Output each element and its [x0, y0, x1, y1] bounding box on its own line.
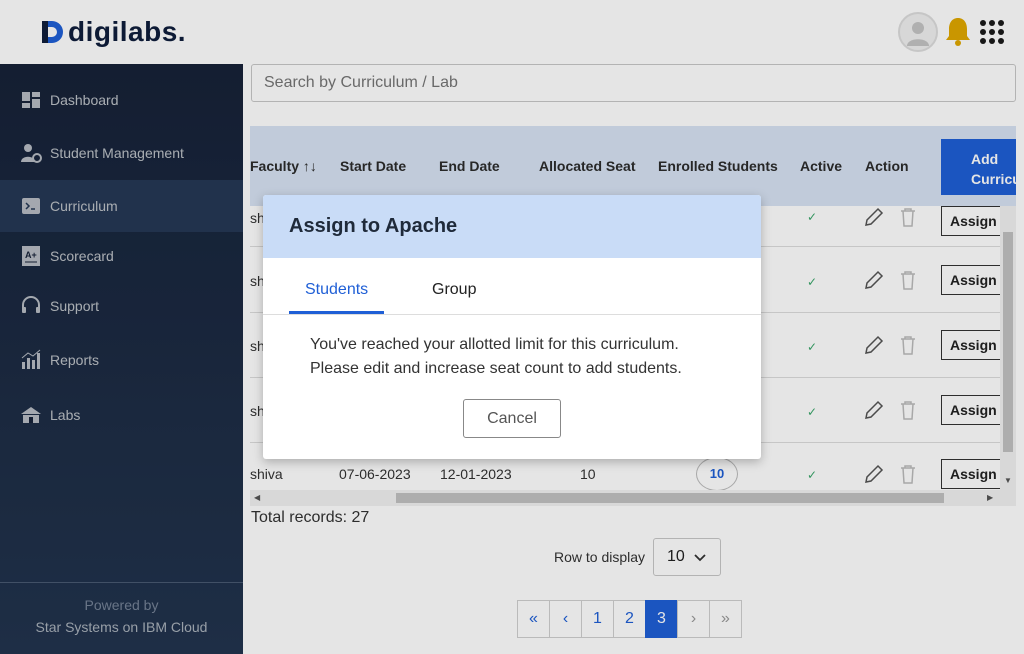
active-tab-indicator [289, 311, 384, 314]
cancel-button[interactable]: Cancel [463, 399, 561, 438]
tab-students[interactable]: Students [305, 281, 368, 299]
modal-tabs: Students Group [263, 258, 761, 315]
sidebar-dim [0, 64, 243, 654]
modal-title: Assign to Apache [263, 195, 761, 258]
assign-modal: Assign to Apache Students Group You've r… [263, 195, 761, 459]
limit-message: You've reached your allotted limit for t… [310, 333, 682, 381]
tab-group[interactable]: Group [432, 281, 476, 299]
limit-message-line2: Please edit and increase seat count to a… [310, 360, 682, 377]
limit-message-line1: You've reached your allotted limit for t… [310, 336, 679, 353]
